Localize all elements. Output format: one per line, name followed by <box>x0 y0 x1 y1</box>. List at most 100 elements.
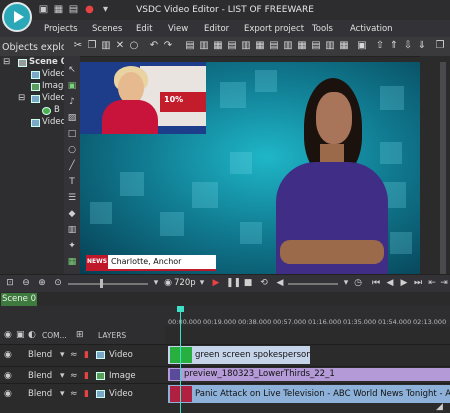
dropdown-icon[interactable]: ▾ <box>196 277 208 289</box>
tab-scene-0[interactable]: Scene 0 <box>1 293 37 306</box>
move-bottom-icon[interactable]: ⇓ <box>416 40 428 52</box>
go-end-icon[interactable]: ⏭ <box>412 277 424 289</box>
visibility-icon[interactable]: ◉ <box>4 350 12 360</box>
move-up-icon[interactable]: ⇧ <box>374 40 386 52</box>
dropdown-icon[interactable]: ▾ <box>340 277 352 289</box>
vertical-scrollbar[interactable] <box>440 62 446 274</box>
menu-edit[interactable]: Edit <box>136 24 152 34</box>
loop-icon[interactable]: ⟲ <box>258 277 270 289</box>
move-down-icon[interactable]: ⇩ <box>402 40 414 52</box>
align-right-icon[interactable]: ▦ <box>212 40 224 52</box>
record-icon[interactable]: ▮ <box>84 371 89 381</box>
same-height-icon[interactable]: ▤ <box>310 40 322 52</box>
pointer-tool-icon[interactable]: ↖ <box>66 64 78 76</box>
distribute-v-icon[interactable]: ▥ <box>282 40 294 52</box>
pause-icon[interactable]: ❚❚ <box>226 277 241 289</box>
tree-item-effect[interactable]: B <box>54 105 60 115</box>
ellipse-tool-icon[interactable]: ○ <box>66 144 78 156</box>
menu-projects[interactable]: Projects <box>44 24 78 34</box>
zoom-slider-handle[interactable] <box>100 279 103 288</box>
video-tool-icon[interactable]: ▣ <box>66 80 78 92</box>
menu-export-project[interactable]: Export project <box>244 24 304 34</box>
align-bottom-icon[interactable]: ▦ <box>254 40 266 52</box>
zoom-in-icon[interactable]: ⊕ <box>36 277 48 289</box>
redo-icon[interactable]: ↷ <box>162 40 174 52</box>
lock-icon[interactable]: ▣ <box>16 330 25 340</box>
news-inset-video[interactable]: 10% <box>80 62 206 134</box>
clock-icon[interactable]: ◷ <box>352 277 364 289</box>
effects-tool-icon[interactable]: ▦ <box>66 256 78 268</box>
playhead-handle[interactable] <box>177 306 184 312</box>
volume-slider[interactable] <box>288 283 338 285</box>
audio-wave-icon[interactable]: ≈ <box>70 350 78 360</box>
menu-activation[interactable]: Activation <box>350 24 393 34</box>
audio-icon[interactable]: ◐ <box>28 330 36 340</box>
bring-forward-icon[interactable]: ▣ <box>356 40 368 52</box>
go-start-icon[interactable]: ⏮ <box>370 277 382 289</box>
tree-item-scene-0[interactable]: Scene 0 <box>29 57 67 67</box>
collapse-icon[interactable]: ⊟ <box>3 57 10 67</box>
balloon-tool-icon[interactable]: ◆ <box>66 208 78 220</box>
blend-mode-select[interactable]: Blend <box>28 371 52 381</box>
align-center-icon[interactable]: ▥ <box>198 40 210 52</box>
preview-quality-icon[interactable]: ◉ <box>162 277 174 289</box>
same-width-icon[interactable]: ▦ <box>296 40 308 52</box>
align-top-icon[interactable]: ▤ <box>226 40 238 52</box>
audio-wave-icon[interactable]: ≈ <box>70 389 78 399</box>
visibility-icon[interactable]: ◉ <box>4 371 12 381</box>
menu-scenes[interactable]: Scenes <box>92 24 122 34</box>
visibility-icon[interactable]: ◉ <box>4 389 12 399</box>
skip-back-icon[interactable]: ⇤ <box>426 277 438 289</box>
video-preview[interactable]: 10% NEWS Charlotte, Anchor <box>80 62 420 274</box>
chart-tool-icon[interactable]: ▥ <box>66 224 78 236</box>
paste-icon[interactable]: ▥ <box>100 40 112 52</box>
subtitle-tool-icon[interactable]: ☰ <box>66 192 78 204</box>
properties-icon[interactable]: ❐ <box>434 40 446 52</box>
zoom-out-icon[interactable]: ⊖ <box>20 277 32 289</box>
align-left-icon[interactable]: ▤ <box>184 40 196 52</box>
cut-icon[interactable]: ✂ <box>72 40 84 52</box>
playhead-line[interactable] <box>180 306 181 413</box>
skip-forward-icon[interactable]: ⇥ <box>438 277 450 289</box>
volume-icon[interactable]: ◀ <box>274 277 286 289</box>
dropdown-icon[interactable]: ▾ <box>150 277 162 289</box>
record-icon[interactable]: ▮ <box>84 389 89 399</box>
same-size-icon[interactable]: ▥ <box>324 40 336 52</box>
distribute-h-icon[interactable]: ▤ <box>268 40 280 52</box>
copy-icon[interactable]: ❐ <box>86 40 98 52</box>
blend-mode-select[interactable]: Blend <box>28 350 52 360</box>
move-top-icon[interactable]: ⇑ <box>388 40 400 52</box>
next-frame-icon[interactable]: ▶ <box>398 277 410 289</box>
fit-icon[interactable]: ⊡ <box>4 277 16 289</box>
audio-tool-icon[interactable]: ♪ <box>66 96 78 108</box>
line-tool-icon[interactable]: ╱ <box>66 160 78 172</box>
menu-editor[interactable]: Editor <box>204 24 229 34</box>
dropdown-icon[interactable]: ▾ <box>60 350 65 360</box>
tree-item-video-3[interactable]: Video <box>42 117 66 127</box>
menu-tools[interactable]: Tools <box>312 24 333 34</box>
timeline-clip-green-screen[interactable]: green screen spokesperson exa <box>168 346 310 364</box>
resolution-select[interactable]: 720p <box>174 278 196 288</box>
group-icon[interactable]: ▦ <box>338 40 350 52</box>
tree-item-video-2[interactable]: Video <box>42 93 66 103</box>
dropdown-icon[interactable]: ▾ <box>60 389 65 399</box>
scroll-corner-icon[interactable]: ◢ <box>436 402 443 412</box>
delete-icon[interactable]: ✕ <box>114 40 126 52</box>
record-icon[interactable]: ▮ <box>84 350 89 360</box>
audio-wave-icon[interactable]: ≈ <box>70 371 78 381</box>
zoom-menu-icon[interactable]: ⊙ <box>52 277 64 289</box>
prev-frame-icon[interactable]: ◀ <box>384 277 396 289</box>
blend-mode-select[interactable]: Blend <box>28 389 52 399</box>
collapse-icon[interactable]: ⊟ <box>18 93 25 103</box>
visibility-icon[interactable]: ◉ <box>4 330 12 340</box>
timeline-clip-panic-attack[interactable]: Panic Attack on Live Television - ABC Wo… <box>168 385 450 403</box>
stop-icon[interactable]: ■ <box>242 277 254 289</box>
align-middle-icon[interactable]: ▥ <box>240 40 252 52</box>
play-icon[interactable]: ▶ <box>210 277 222 289</box>
rectangle-tool-icon[interactable]: □ <box>66 128 78 140</box>
dropdown-icon[interactable]: ▾ <box>60 371 65 381</box>
tree-item-video-1[interactable]: Video <box>42 69 66 79</box>
vsdc-logo-icon[interactable] <box>2 2 32 32</box>
undo-icon[interactable]: ↶ <box>148 40 160 52</box>
image-tool-icon[interactable]: ▨ <box>66 112 78 124</box>
